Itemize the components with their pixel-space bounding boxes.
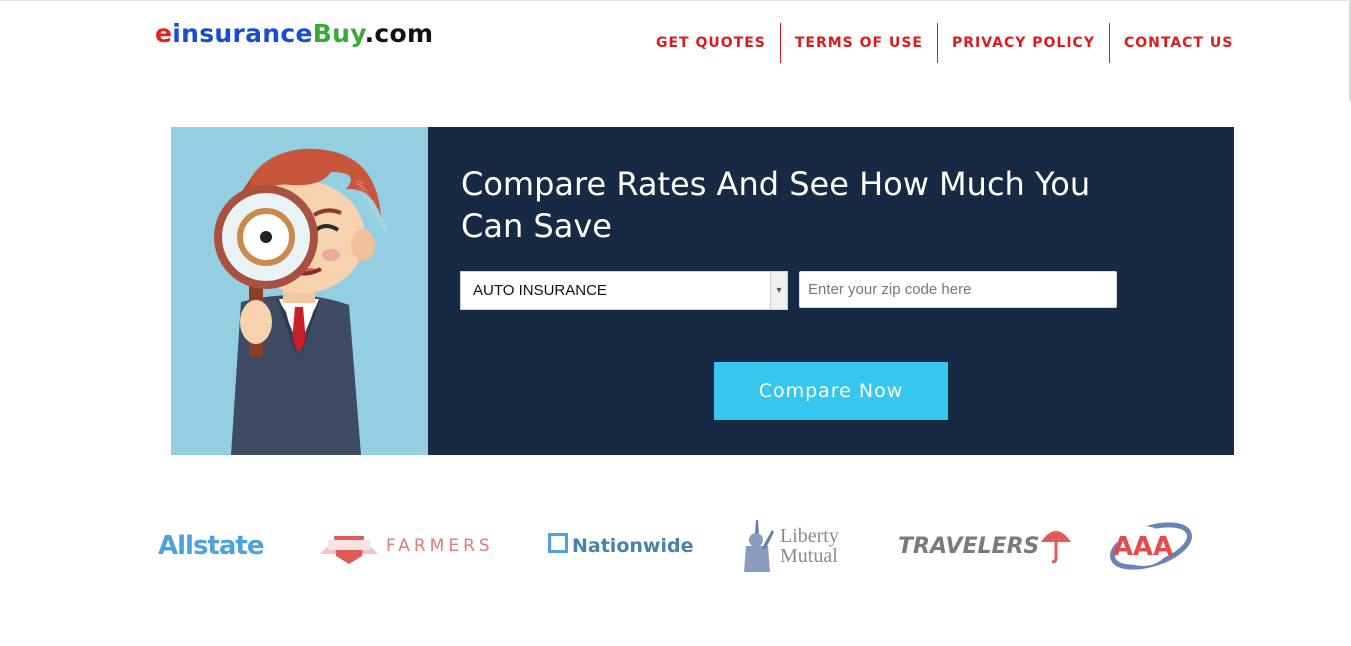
nationwide-logo: Nationwide: [548, 511, 693, 581]
hero-panel: Compare Rates And See How Much You Can S…: [428, 127, 1234, 455]
hero-banner: depositphotos Compare Rates And See How …: [171, 127, 1234, 455]
compare-now-button[interactable]: Compare Now: [714, 362, 948, 420]
site-logo[interactable]: einsuranceBuy.com: [155, 19, 433, 48]
allstate-logo: Allstate: [158, 531, 264, 561]
nav-privacy-policy[interactable]: PRIVACY POLICY: [937, 23, 1109, 63]
main-nav: GET QUOTES TERMS OF USE PRIVACY POLICY C…: [642, 23, 1247, 63]
statue-of-liberty-icon: [744, 520, 774, 572]
zip-code-input[interactable]: [799, 271, 1117, 308]
hero-title: Compare Rates And See How Much You Can S…: [461, 165, 1091, 245]
hero-illustration: depositphotos: [171, 127, 428, 455]
insurer-logos: Allstate FARMERS Nationwide Liberty Mutu…: [150, 511, 1210, 591]
nav-contact-us[interactable]: CONTACT US: [1108, 23, 1247, 63]
chevron-down-icon[interactable]: ▾: [770, 272, 787, 309]
travelers-logo: TRAVELERS: [898, 511, 1073, 581]
umbrella-icon: [1041, 531, 1072, 564]
aaa-oval-icon: AAA: [1110, 522, 1192, 570]
nav-get-quotes[interactable]: GET QUOTES: [642, 23, 780, 63]
farmers-logo: FARMERS: [318, 511, 494, 581]
nationwide-square-icon: [548, 533, 568, 553]
liberty-mutual-logo: Liberty Mutual: [736, 511, 839, 581]
nav-terms-of-use[interactable]: TERMS OF USE: [779, 23, 937, 63]
aaa-logo: AAA: [1105, 511, 1197, 581]
cartoon-man-magnifying-glass-icon: depositphotos: [214, 148, 391, 455]
farmers-shield-icon: [320, 536, 378, 564]
insurance-type-value: AUTO INSURANCE: [473, 282, 607, 299]
insurance-type-select[interactable]: AUTO INSURANCE ▾: [460, 271, 788, 310]
svg-text:AAA: AAA: [1113, 532, 1173, 562]
